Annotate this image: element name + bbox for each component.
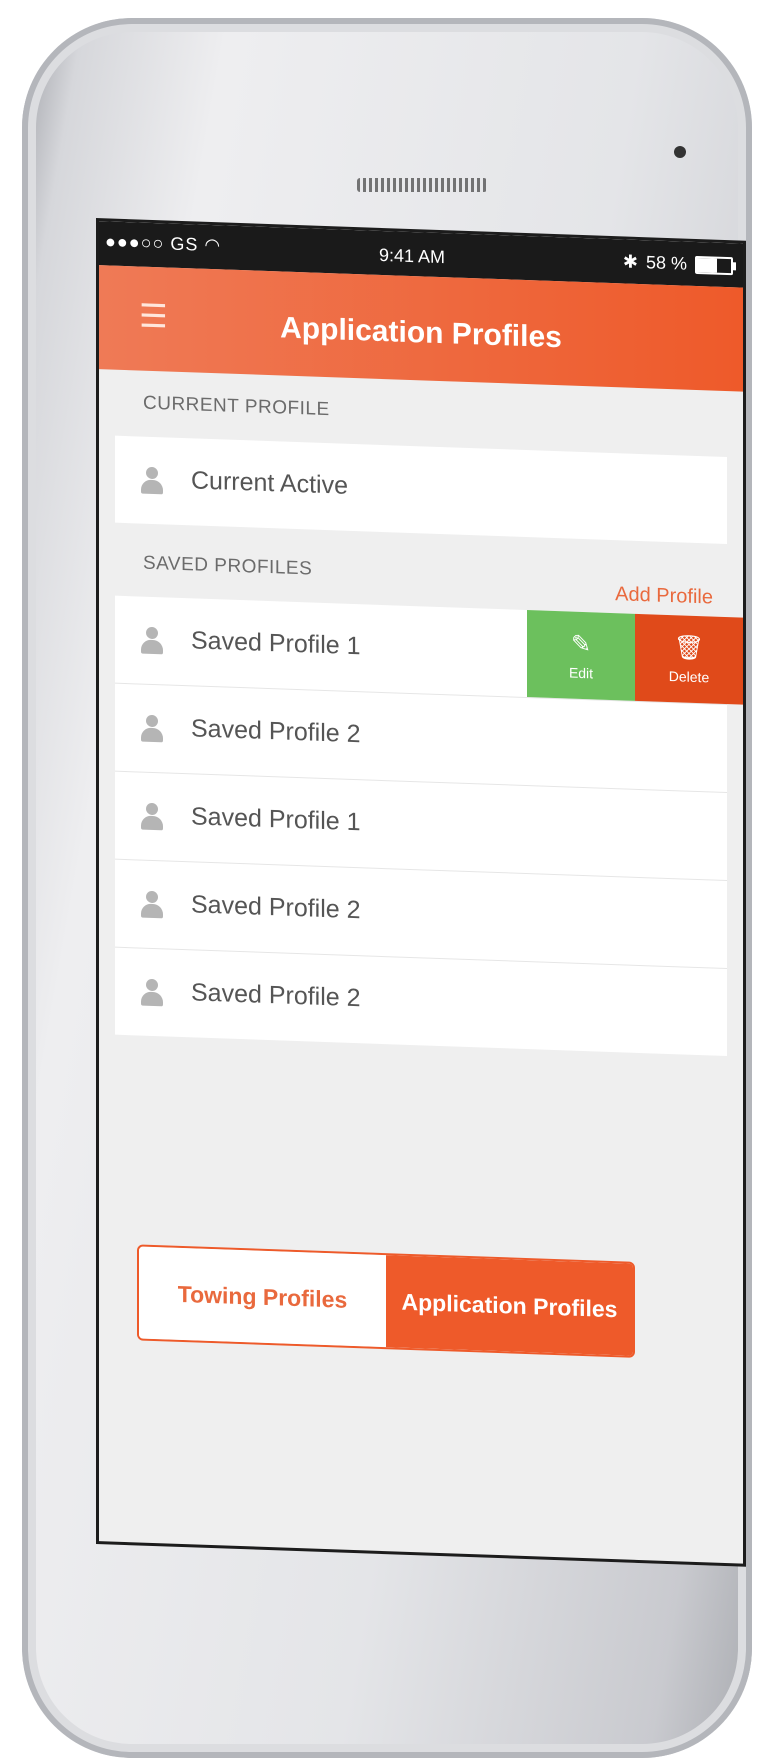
saved-profiles-heading: SAVED PROFILES [143, 552, 313, 580]
status-right: ✱ 58 % [623, 251, 733, 276]
battery-percent: 58 % [645, 252, 687, 274]
app-screen: ●●●○○ GS ◠ 9:41 AM ✱ 58 % ☰ Application … [96, 218, 746, 1567]
saved-profiles-list: Saved Profile 1 ✎ Edit 🗑 Delete Saved Pr… [115, 595, 743, 1057]
current-profile-heading: CURRENT PROFILE [143, 392, 330, 421]
current-profile-label: Current Active [191, 466, 349, 500]
profile-label: Saved Profile 2 [191, 978, 361, 1013]
swipe-actions: ✎ Edit 🗑 Delete [527, 610, 743, 705]
profile-label: Saved Profile 2 [191, 714, 361, 749]
person-icon [141, 890, 163, 920]
edit-button[interactable]: ✎ Edit [527, 610, 635, 701]
front-camera [674, 146, 686, 158]
current-profile-row[interactable]: Current Active [115, 436, 727, 544]
person-icon [141, 714, 163, 744]
tab-towing-profiles[interactable]: Towing Profiles [139, 1246, 386, 1348]
add-profile-link[interactable]: Add Profile [615, 583, 713, 609]
trash-icon: 🗑 [673, 634, 705, 663]
person-icon [141, 802, 163, 832]
battery-level [697, 257, 717, 273]
person-icon [141, 466, 163, 496]
profile-label: Saved Profile 1 [191, 802, 361, 837]
navigation-bar: ☰ Application Profiles [99, 265, 743, 392]
battery-icon [695, 255, 733, 275]
current-profile-card: Current Active [115, 435, 727, 545]
pencil-icon: ✎ [570, 630, 592, 659]
profile-type-tabs: Towing Profiles Application Profiles [137, 1244, 635, 1358]
status-time: 9:41 AM [379, 244, 446, 268]
carrier-signal: ●●●○○ GS ◠ [105, 231, 222, 256]
profile-label: Saved Profile 2 [191, 890, 361, 925]
profile-label: Saved Profile 1 [191, 626, 361, 661]
earpiece-speaker [357, 178, 487, 192]
delete-label: Delete [668, 668, 710, 686]
tab-application-profiles[interactable]: Application Profiles [386, 1255, 633, 1356]
edit-label: Edit [568, 664, 594, 682]
page-title: Application Profiles [280, 311, 562, 355]
wifi-icon: ◠ [204, 234, 222, 256]
delete-button[interactable]: 🗑 Delete [635, 613, 743, 705]
person-icon [141, 626, 163, 656]
bluetooth-icon: ✱ [622, 251, 638, 272]
person-icon [141, 978, 163, 1008]
